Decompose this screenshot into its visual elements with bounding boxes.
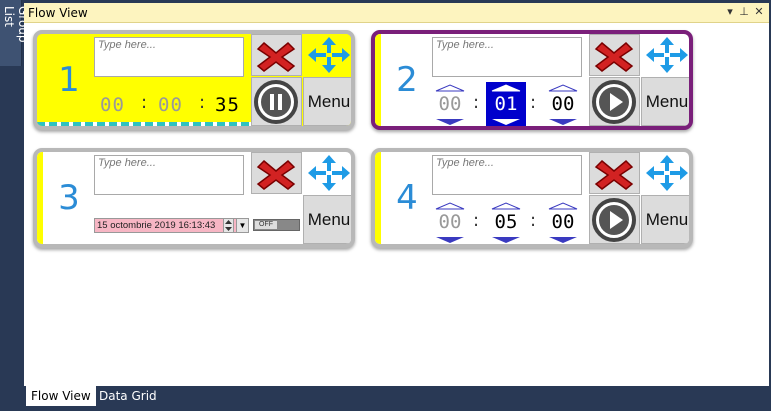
timer-card-3[interactable]: 3 Type here... 15 octombrie 2019 16:13:4… [33,148,355,248]
card-number: 2 [396,60,418,100]
tab-flow-view[interactable]: Flow View [26,386,96,406]
progress-stripe [37,122,251,126]
separator: : [530,210,537,231]
card-stripe [37,152,43,244]
separator: : [530,92,537,113]
increment-arrow-icon [491,202,521,210]
close-icon[interactable]: ✕ [752,5,766,19]
note-input[interactable]: Type here... [94,155,244,195]
menu-button[interactable]: Menu [303,77,351,126]
separator: : [473,210,480,231]
hours-value: 00 [438,211,462,233]
increment-arrow-icon [435,84,465,92]
decrement-arrow-icon [436,237,464,243]
pause-button[interactable] [251,77,302,126]
seconds-spinner[interactable]: 00 [545,84,581,126]
move-arrows-icon [308,155,350,191]
dropdown-arrow-icon[interactable]: ▾ [723,5,737,19]
date-dropdown-button[interactable]: ▼ [236,218,249,233]
move-button[interactable] [641,34,689,76]
separator: : [473,92,480,113]
hours-spinner[interactable]: 00 [432,202,468,244]
card-number: 4 [396,178,418,218]
move-arrows-icon [646,37,688,73]
seconds-value: 00 [551,93,575,115]
decrement-arrow-icon [549,237,577,243]
move-button[interactable] [303,152,351,194]
timer-card-4[interactable]: 4 Type here... 00 : 05 : 00 Menu [371,148,693,248]
note-input[interactable]: Type here... [432,155,582,195]
increment-arrow-icon [435,202,465,210]
minutes-value: 00 [158,94,183,116]
delete-button[interactable] [251,152,302,194]
separator: : [141,92,148,113]
menu-button[interactable]: Menu [641,195,689,244]
decrement-arrow-icon [549,119,577,125]
group-list-tab[interactable]: Group List [0,0,30,66]
seconds-value: 00 [551,211,575,233]
delete-button[interactable] [251,34,302,76]
bottom-tab-bar: Flow View Data Grid [24,386,771,411]
play-button[interactable] [589,195,640,244]
separator: : [199,92,206,113]
increment-arrow-icon [548,202,578,210]
hours-spinner[interactable]: 00 [432,84,468,126]
minutes-value: 01 [488,93,524,115]
card-number: 1 [58,60,80,100]
card-stripe [375,152,381,244]
tab-data-grid[interactable]: Data Grid [94,386,162,406]
minutes-value: 05 [494,211,518,233]
card-number: 3 [58,178,80,218]
move-button[interactable] [641,152,689,194]
move-arrows-icon [308,37,350,73]
timer-card-2[interactable]: 2 Type here... 00 : 01 : 00 Menu [371,30,693,130]
panel-title-bar: Flow View ▾ ⊥ ✕ [24,3,769,23]
toggle-switch[interactable]: OFF [253,219,300,231]
note-input[interactable]: Type here... [432,37,582,77]
hours-value: 00 [438,93,462,115]
move-arrows-icon [646,155,688,191]
play-icon [592,80,636,124]
delete-button[interactable] [589,34,640,76]
menu-button[interactable]: Menu [303,195,351,244]
flow-view-panel: Flow View ▾ ⊥ ✕ 1 Type here... 00 : 00 :… [24,3,769,386]
date-spinner[interactable] [223,218,234,233]
increment-arrow-icon [491,84,521,92]
card-stripe [375,34,381,126]
play-button[interactable] [589,77,640,126]
chevron-down-icon: ▼ [238,221,247,230]
menu-button[interactable]: Menu [641,77,689,126]
delete-x-icon [594,41,634,72]
delete-x-icon [594,159,634,190]
delete-x-icon [256,41,296,72]
delete-button[interactable] [589,152,640,194]
seconds-spinner[interactable]: 00 [545,202,581,244]
delete-x-icon [256,159,296,190]
minutes-spinner[interactable]: 05 [488,202,524,244]
minutes-spinner[interactable]: 01 [486,82,526,126]
pause-icon [254,80,298,124]
increment-arrow-icon [548,84,578,92]
decrement-arrow-icon [492,119,520,125]
decrement-arrow-icon [492,237,520,243]
seconds-value: 35 [215,94,240,116]
toggle-label: OFF [255,221,277,229]
timer-card-1[interactable]: 1 Type here... 00 : 00 : 35 Menu [33,30,355,130]
play-icon [592,198,636,242]
spinner-arrows-icon [225,220,232,231]
pin-icon[interactable]: ⊥ [737,5,751,19]
decrement-arrow-icon [436,119,464,125]
note-input[interactable]: Type here... [94,37,244,77]
hours-value: 00 [100,94,125,116]
panel-title: Flow View [28,6,88,20]
move-button[interactable] [303,34,351,76]
